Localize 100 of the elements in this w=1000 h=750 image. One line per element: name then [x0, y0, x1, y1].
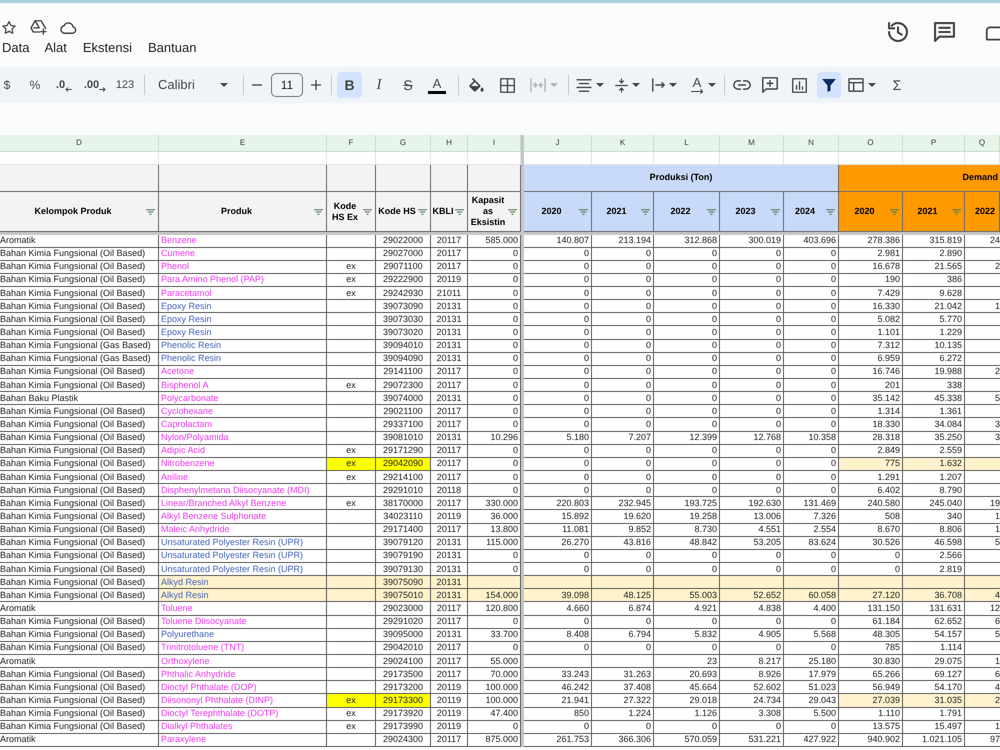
table-cell: 0 — [720, 720, 784, 734]
table-cell: Benzene — [159, 234, 327, 248]
filter-icon[interactable] — [826, 208, 835, 214]
table-cell: 154.000 — [468, 589, 521, 602]
table-cell: 0 — [592, 287, 654, 300]
increase-decimal-button[interactable]: .00 — [82, 72, 108, 98]
table-cell: 2 — [965, 260, 1000, 274]
table-cell: 20117 — [431, 497, 468, 510]
table-cell: 20117 — [431, 734, 468, 747]
comment-icon[interactable] — [934, 22, 955, 42]
table-cell: 29024100 — [376, 655, 431, 668]
number-format-button[interactable]: 123 — [114, 72, 136, 98]
table-cell: 100.000 — [468, 681, 521, 694]
paint-bucket-icon — [468, 78, 484, 92]
font-size-field[interactable]: 11 — [271, 73, 303, 97]
table-cell: 0 — [524, 563, 592, 576]
arrow-right-icon — [99, 86, 106, 92]
filter-icon[interactable] — [952, 208, 961, 214]
menu-item[interactable]: Alat — [36, 39, 75, 57]
filter-icon[interactable] — [508, 208, 517, 214]
table-cell: 7.312 — [839, 340, 903, 353]
table-cell: 36.000 — [468, 510, 521, 524]
filter-icon[interactable] — [579, 208, 588, 214]
table-cell: 785 — [839, 642, 903, 655]
filter-button[interactable] — [817, 72, 841, 98]
table-cell: 0 — [654, 720, 720, 734]
table-cell: 20117 — [431, 366, 468, 380]
decrease-decimal-button[interactable]: .0 — [53, 72, 75, 98]
cloud-icon[interactable] — [60, 20, 77, 34]
filter-icon[interactable] — [146, 208, 155, 214]
table-cell: Acetone — [159, 366, 327, 380]
currency-format-button[interactable]: $ — [0, 72, 14, 98]
table-cell: 0 — [592, 352, 654, 366]
table-cell: 0 — [468, 563, 521, 576]
filter-icon[interactable] — [890, 208, 899, 214]
filter-icon[interactable] — [771, 208, 780, 214]
table-cell: 48.305 — [839, 628, 903, 642]
table-cell: 20131 — [431, 550, 468, 564]
table-cell: Epoxy Resin — [159, 313, 327, 326]
filter-icon[interactable] — [641, 208, 650, 214]
text-color-button[interactable]: A — [425, 72, 449, 98]
table-cell: 0 — [468, 418, 521, 432]
percent-format-button[interactable]: % — [27, 72, 43, 98]
table-cell: 0 — [468, 313, 521, 326]
table-cell: 1.126 — [654, 708, 720, 721]
table-cell: 192.630 — [720, 497, 784, 510]
table-cell: 19.988 — [903, 366, 965, 380]
filter-icon[interactable] — [363, 208, 372, 214]
table-cell: 0 — [468, 300, 521, 314]
table-cell: 6 — [965, 668, 1000, 682]
table-cell: 36.708 — [903, 589, 965, 602]
table-cell: 2.849 — [839, 444, 903, 458]
filter-icon[interactable] — [707, 208, 716, 214]
table-cell: Linear/Branched Alkyl Benzene — [159, 497, 327, 510]
table-cell: 531.221 — [720, 734, 784, 747]
table-cell: ex — [327, 274, 376, 288]
filter-icon[interactable] — [455, 208, 464, 214]
filter-icon[interactable] — [314, 208, 323, 214]
table-cell: 1.021.105 — [903, 734, 965, 747]
drive-add-icon[interactable] — [30, 20, 47, 34]
table-cell: ex — [327, 260, 376, 274]
italic-button[interactable]: I — [367, 72, 391, 98]
table-cell: 0 — [524, 379, 592, 392]
table-cell: 0 — [784, 313, 839, 326]
table-cell: 0 — [720, 352, 784, 366]
table-cell: 0 — [592, 471, 654, 484]
align-center-icon — [576, 78, 592, 92]
table-cell: 56.949 — [839, 681, 903, 694]
table-cell: 35.250 — [903, 432, 965, 445]
bold-button[interactable]: B — [337, 72, 362, 98]
table-cell: 0 — [654, 340, 720, 353]
filter-icon[interactable] — [418, 208, 427, 214]
table-cell: Alkyd Resin — [159, 589, 327, 602]
strikethrough-button[interactable]: S — [396, 72, 420, 98]
table-cell: 0 — [720, 248, 784, 261]
menu-item[interactable]: Data — [0, 39, 36, 57]
table-cell: 0 — [720, 405, 784, 418]
table-cell: 0 — [720, 458, 784, 472]
table-cell: 0 — [784, 458, 839, 472]
table-cell: 0 — [524, 405, 592, 418]
functions-button[interactable]: Σ — [885, 72, 909, 98]
font-dropdown[interactable]: Calibri — [151, 72, 233, 98]
menu-item[interactable]: Ekstensi — [74, 39, 140, 57]
table-cell: 45.338 — [903, 392, 965, 406]
history-icon[interactable] — [888, 22, 908, 42]
table-cell: 31.035 — [903, 694, 965, 708]
table-cell: 0 — [784, 471, 839, 484]
vertical-align-icon — [614, 78, 628, 92]
table-cell: 52.652 — [720, 589, 784, 602]
table-cell: 0 — [592, 260, 654, 274]
text-rotation-button[interactable]: A — [686, 72, 720, 98]
star-icon[interactable] — [2, 20, 16, 34]
table-cell: 0 — [784, 392, 839, 406]
table-cell: 0 — [784, 300, 839, 314]
table-cell: 0 — [654, 444, 720, 458]
table-cell: 0 — [524, 287, 592, 300]
table-cell: 0 — [524, 720, 592, 734]
table-cell: 39075090 — [376, 576, 431, 590]
menu-item[interactable]: Bantuan — [140, 39, 204, 57]
table-cell: 39075010 — [376, 589, 431, 602]
